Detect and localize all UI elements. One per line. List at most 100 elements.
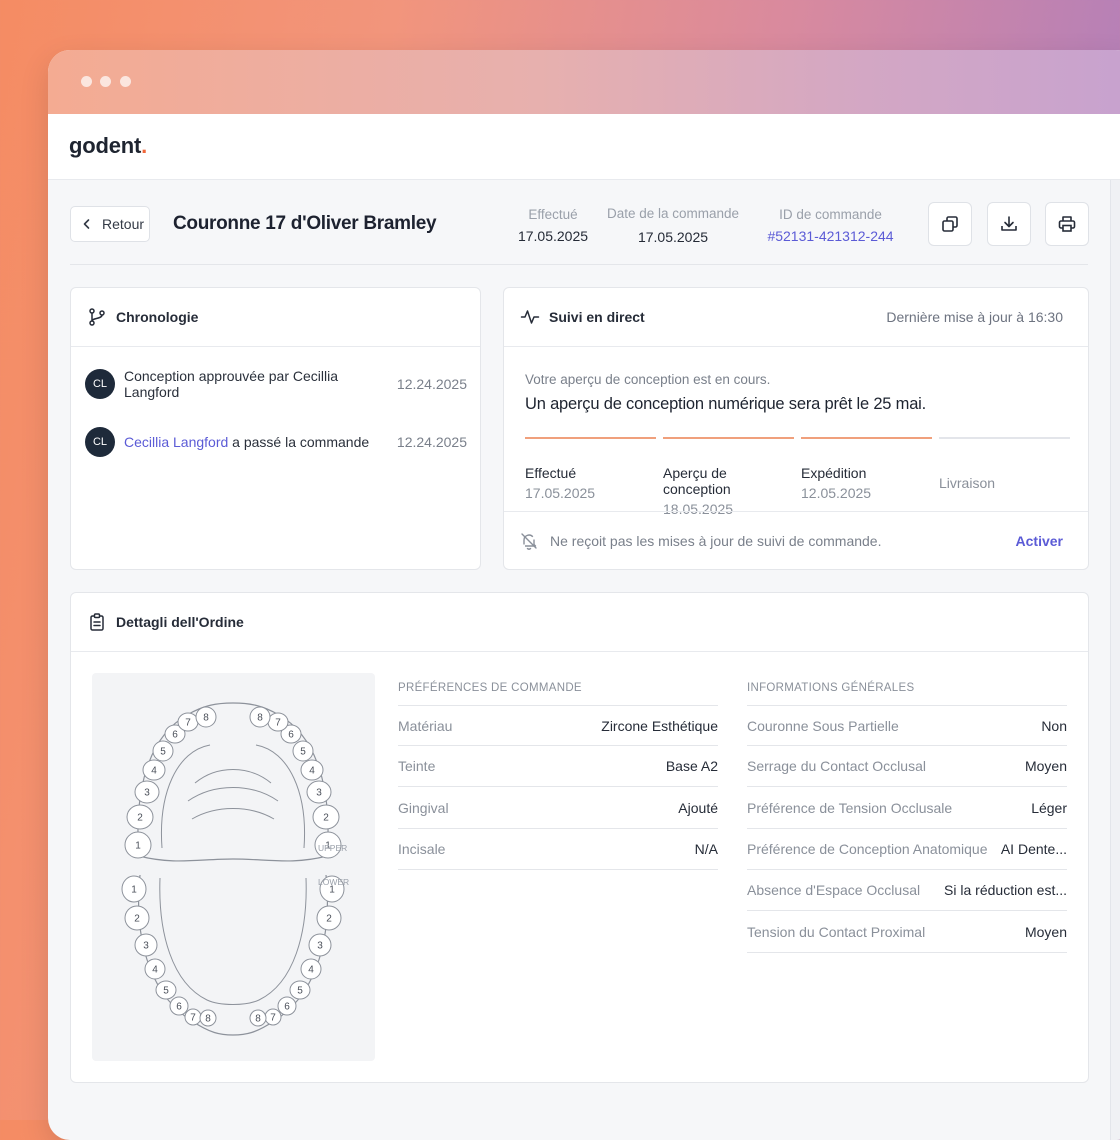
detail-row: Serrage du Contact Occlusal Moyen	[747, 746, 1067, 788]
step-date: 12.05.2025	[801, 485, 872, 501]
detail-value: Moyen	[1024, 923, 1067, 940]
palate-ridge[interactable]	[187, 787, 279, 802]
step-date: 17.05.2025	[525, 485, 596, 501]
detail-key: Teinte	[398, 758, 436, 775]
print-button[interactable]	[1045, 202, 1089, 246]
copy-button[interactable]	[928, 202, 972, 246]
tooth-number: 4	[152, 965, 158, 976]
detail-value: Moyen	[1024, 758, 1067, 775]
details-header: Dettagli dell'Ordine	[71, 593, 1088, 652]
detail-value: Si la réduction est...	[944, 882, 1067, 899]
tooth-number: 2	[137, 813, 143, 824]
tooth-number: 6	[176, 1002, 182, 1013]
tooth-number: 8	[203, 713, 209, 724]
tooth-number: 5	[160, 747, 166, 758]
main-content: Retour Couronne 17 d'Oliver Bramley Effe…	[48, 180, 1110, 1140]
detail-key: Tension du Contact Proximal	[747, 923, 926, 940]
download-button[interactable]	[987, 202, 1031, 246]
lower-inner-line[interactable]	[159, 877, 307, 1005]
progress-bar	[663, 437, 794, 439]
scrollbar[interactable]	[1110, 180, 1120, 1140]
upper-arch-outline[interactable]	[137, 702, 329, 862]
tooth-number: 1	[135, 841, 141, 852]
meta-label: Effectué	[528, 207, 578, 222]
download-icon	[1001, 216, 1017, 231]
tooth-number: 4	[309, 766, 315, 777]
meta-value: 17.05.2025	[637, 229, 709, 245]
timeline-date: 12.24.2025	[396, 434, 467, 450]
user-link[interactable]: Cecillia Langford	[124, 434, 228, 450]
app-header: godent.	[48, 114, 1120, 180]
notification-bar: Ne reçoit pas les mises à jour de suivi …	[504, 511, 1088, 569]
avatar: CL	[85, 369, 115, 399]
progress-bar	[939, 437, 1070, 439]
timeline-item: CL Conception approuvée par Cecillia Lan…	[85, 368, 467, 400]
detail-row: Tension du Contact Proximal Moyen	[747, 912, 1067, 953]
palate-line[interactable]	[160, 744, 306, 849]
palate-ridge[interactable]	[194, 769, 272, 784]
window-control-dot[interactable]	[81, 76, 92, 87]
tooth-number: 4	[151, 766, 157, 777]
chevron-left-icon	[83, 219, 90, 229]
lower-arch-outline[interactable]	[138, 874, 328, 1036]
avatar: CL	[85, 427, 115, 457]
progress-step: Effectué 17.05.2025	[525, 437, 656, 501]
detail-key: Gingival	[398, 799, 449, 816]
meta-order-date: Date de la commande 17.05.2025	[603, 206, 743, 245]
back-button[interactable]: Retour	[70, 206, 150, 242]
timeline-title: Chronologie	[116, 309, 199, 325]
detail-key: Préférence de Tension Occlusale	[747, 799, 953, 816]
detail-row: Incisale N/A	[398, 829, 718, 870]
detail-value: Non	[1041, 717, 1067, 734]
tooth-number: 3	[144, 788, 150, 799]
app-logo[interactable]: godent.	[69, 133, 147, 159]
step-name: Effectué	[525, 465, 577, 481]
tooth-number: 5	[300, 747, 306, 758]
meta-label: Date de la commande	[606, 206, 740, 221]
order-id-link[interactable]: #52131-421312-244	[758, 228, 903, 244]
detail-row: Gingival Ajouté	[398, 788, 718, 829]
detail-key: Couronne Sous Partielle	[747, 717, 899, 734]
tooth-number: 8	[205, 1014, 211, 1025]
browser-window: godent. Retour Couronne 17 d'Oliver Bram…	[48, 50, 1120, 1140]
timeline-text: a passé la commande	[228, 434, 370, 450]
step-name: Expédition	[801, 465, 867, 481]
tooth-number: 5	[297, 986, 303, 997]
meta-label: ID de commande	[779, 207, 882, 222]
last-updated: Dernière mise à jour à 16:30	[886, 309, 1063, 325]
window-control-dot[interactable]	[120, 76, 131, 87]
bell-off-icon	[521, 532, 537, 550]
tooth-number: 7	[190, 1013, 196, 1024]
activity-icon	[520, 310, 540, 324]
git-branch-icon	[89, 308, 105, 326]
step-name: Aperçu de conception	[663, 465, 731, 497]
timeline-date: 12.24.2025	[396, 376, 467, 392]
tooth-number: 3	[143, 941, 149, 952]
detail-key: Serrage du Contact Occlusal	[747, 758, 926, 775]
tracking-message: Un aperçu de conception numérique sera p…	[525, 395, 927, 413]
tooth-number: 2	[326, 914, 332, 925]
preferences-heading: PRÉFÉRENCES DE COMMANDE	[398, 682, 582, 694]
palate-ridge[interactable]	[191, 808, 275, 820]
timeline-header: Chronologie	[71, 288, 480, 347]
tooth-number: 3	[317, 941, 323, 952]
detail-key: Absence d'Espace Occlusal	[747, 882, 921, 899]
detail-value: Zircone Esthétique	[601, 717, 718, 734]
notification-text: Ne reçoit pas les mises à jour de suivi …	[550, 532, 882, 549]
tracking-card: Suivi en direct Dernière mise à jour à 1…	[503, 287, 1089, 570]
tracking-title: Suivi en direct	[549, 309, 645, 325]
detail-value: Ajouté	[678, 799, 718, 816]
tooth-number: 8	[255, 1014, 261, 1025]
tooth-number: 8	[257, 713, 263, 724]
detail-row: Teinte Base A2	[398, 746, 718, 788]
tooth-number: 2	[323, 813, 329, 824]
window-control-dot[interactable]	[100, 76, 111, 87]
clipboard-icon	[90, 613, 104, 631]
tooth-number: 6	[172, 730, 178, 741]
detail-row: Absence d'Espace Occlusal Si la réduction…	[747, 870, 1067, 912]
activate-link[interactable]: Activer	[1016, 533, 1063, 549]
copy-icon	[942, 216, 958, 232]
window-titlebar	[48, 50, 1120, 114]
details-title: Dettagli dell'Ordine	[116, 614, 244, 630]
tooth-number: 2	[134, 914, 140, 925]
